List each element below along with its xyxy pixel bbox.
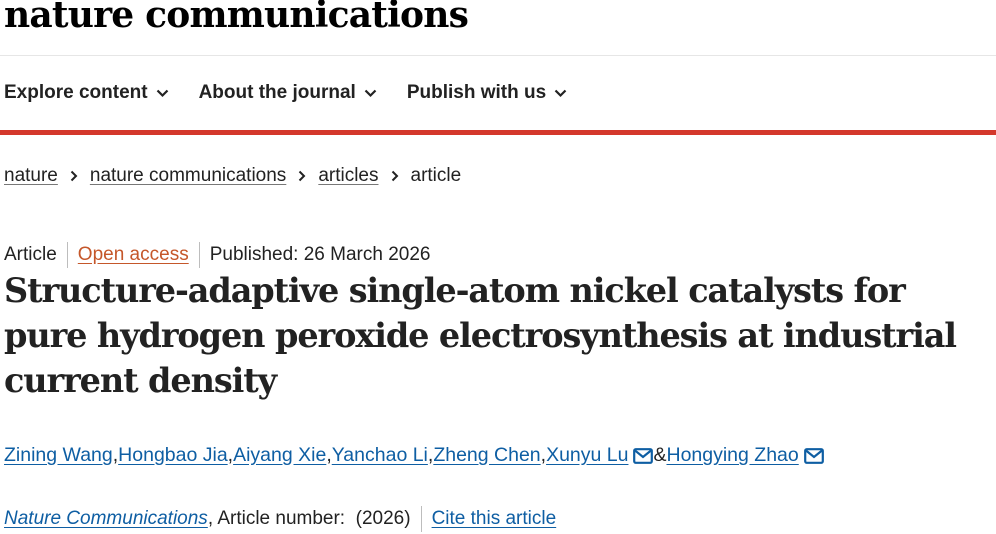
citation-divider: [420, 506, 422, 532]
journal-link[interactable]: Nature Communications: [4, 508, 208, 530]
nav-label: About the journal: [198, 82, 356, 103]
author-link[interactable]: Zheng Chen: [433, 444, 540, 467]
author-link[interactable]: Hongying Zhao: [666, 444, 798, 467]
meta-divider: [198, 242, 200, 268]
breadcrumb-link-nature[interactable]: nature: [4, 165, 58, 187]
main-nav: Explore content About the journal Publis…: [4, 80, 597, 106]
chevron-down-icon: [156, 89, 169, 98]
author-link[interactable]: Yanchao Li: [332, 444, 428, 467]
article-type: Article: [4, 244, 57, 265]
chevron-right-icon: [298, 170, 306, 182]
nav-label: Publish with us: [406, 82, 547, 103]
envelope-icon[interactable]: [633, 447, 654, 464]
breadcrumb-link-articles[interactable]: articles: [318, 165, 378, 187]
chevron-down-icon: [554, 89, 567, 98]
breadcrumb-current: article: [410, 165, 462, 186]
header-divider: [0, 55, 996, 56]
author-ampersand: &: [653, 444, 667, 466]
chevron-right-icon: [70, 170, 78, 182]
article-title: Structure-adaptive single-atom nickel ca…: [4, 271, 957, 400]
nav-label: Explore content: [4, 82, 148, 103]
open-access-link[interactable]: Open access: [78, 244, 189, 266]
article-meta: Article Open access Published: 26 March …: [4, 242, 430, 268]
author-list: Zining Wang, Hongbao Jia, Aiyang Xie, Ya…: [4, 444, 824, 467]
breadcrumb: nature nature communications articles ar…: [4, 165, 461, 187]
author-link[interactable]: Xunyu Lu: [546, 444, 628, 467]
envelope-icon[interactable]: [803, 447, 824, 464]
author-link[interactable]: Zining Wang: [4, 444, 113, 467]
nav-explore-content[interactable]: Explore content: [4, 82, 169, 104]
author-link[interactable]: Hongbao Jia: [118, 444, 228, 467]
nav-publish-with-us[interactable]: Publish with us: [407, 82, 567, 104]
nav-accent-bar: [0, 130, 996, 135]
breadcrumb-link-nature-communications[interactable]: nature communications: [90, 165, 286, 187]
meta-divider: [66, 242, 68, 268]
chevron-right-icon: [391, 170, 399, 182]
nav-about-journal[interactable]: About the journal: [199, 82, 377, 104]
cite-article-link[interactable]: Cite this article: [432, 508, 557, 530]
article-number: , Article number: (2026): [207, 508, 411, 529]
citation-line: Nature Communications , Article number: …: [4, 506, 556, 532]
author-link[interactable]: Aiyang Xie: [233, 444, 326, 467]
journal-logo[interactable]: nature communications: [4, 0, 469, 36]
chevron-down-icon: [364, 89, 377, 98]
published-date: Published: 26 March 2026: [209, 244, 431, 265]
